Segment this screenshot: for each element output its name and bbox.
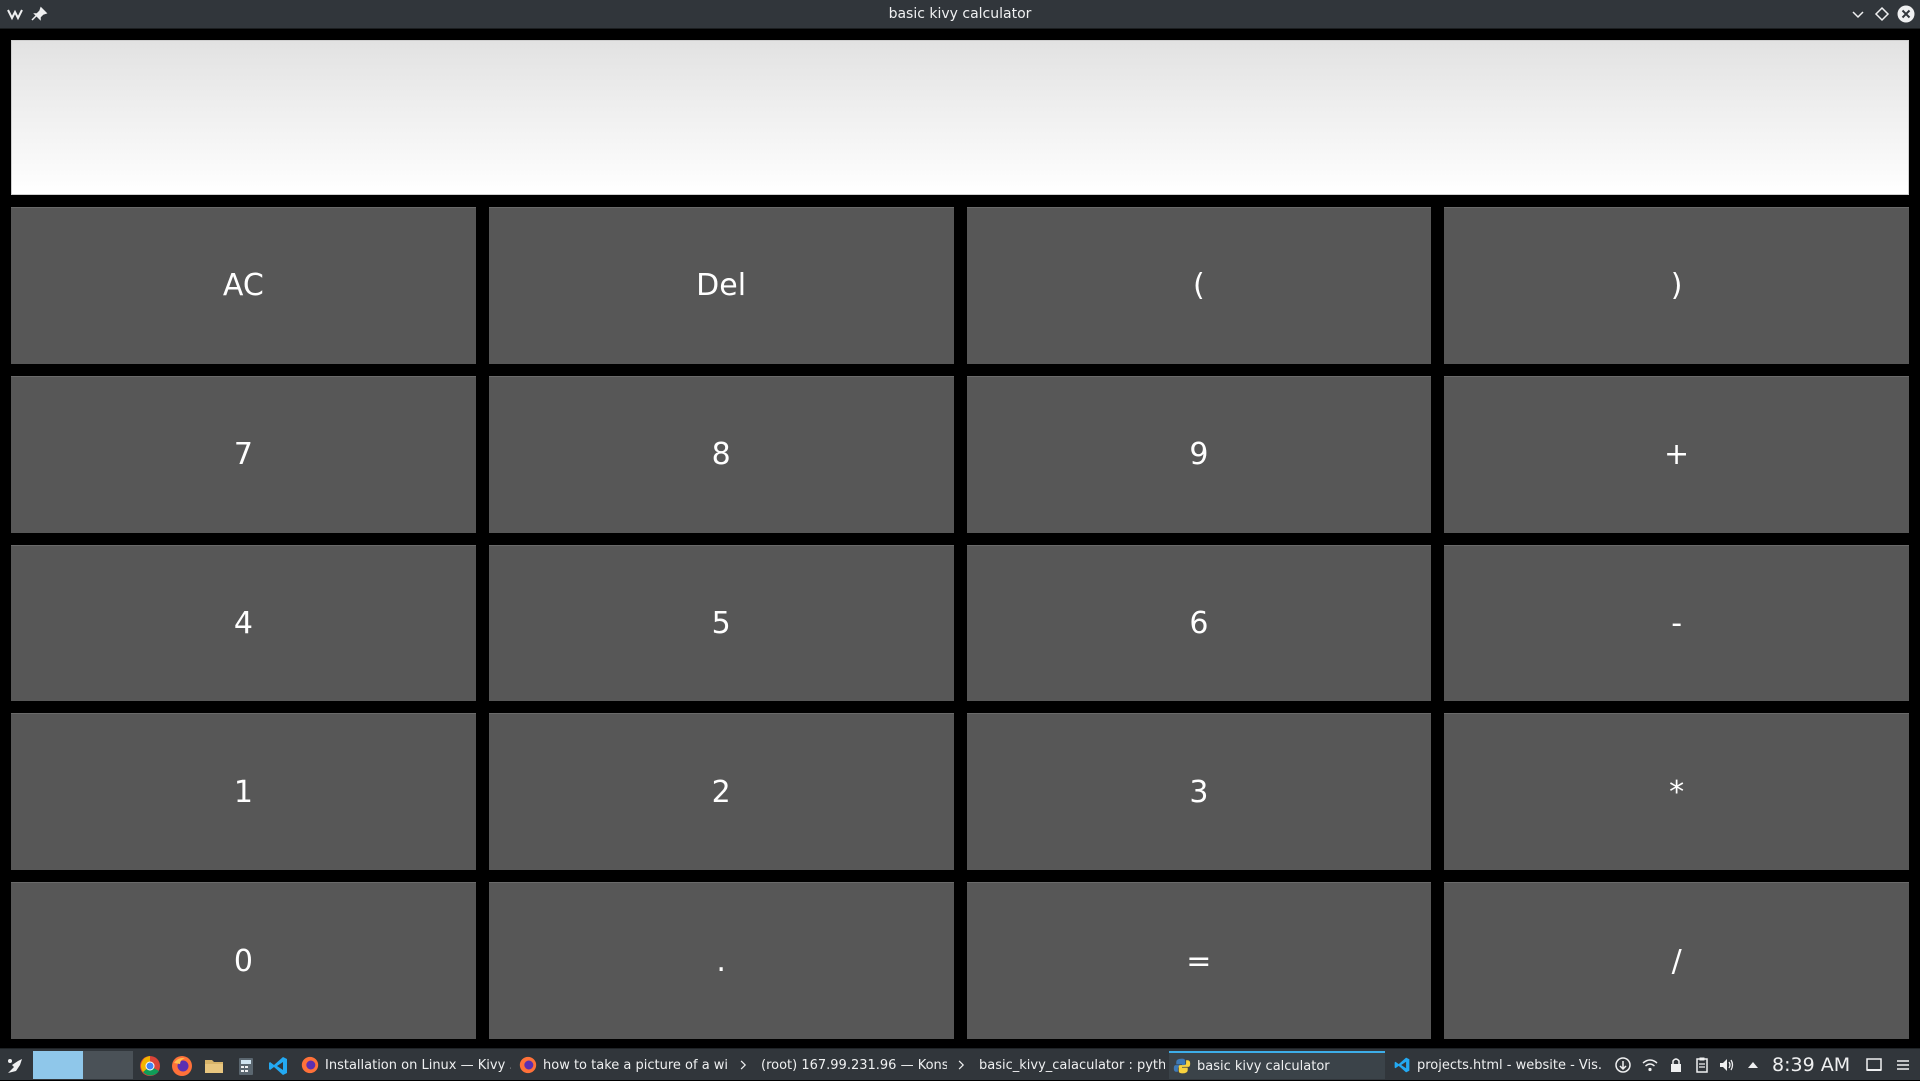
firefox-icon bbox=[301, 1056, 319, 1074]
wifi-icon[interactable] bbox=[1641, 1056, 1659, 1074]
task-label: how to take a picture of a wi... bbox=[543, 1057, 729, 1073]
maximize-icon[interactable] bbox=[1872, 4, 1892, 24]
lock-icon[interactable] bbox=[1667, 1056, 1685, 1074]
show-desktop-icon[interactable] bbox=[1865, 1056, 1883, 1074]
firefox-icon[interactable] bbox=[171, 1055, 193, 1077]
window-title: basic kivy calculator bbox=[888, 6, 1032, 22]
delete-button[interactable]: Del bbox=[488, 207, 954, 364]
digit-4-button[interactable]: 4 bbox=[11, 544, 476, 702]
task-label: Installation on Linux — Kivy ... bbox=[325, 1057, 511, 1073]
digit-7-button[interactable]: 7 bbox=[11, 375, 476, 533]
digit-6-button[interactable]: 6 bbox=[966, 544, 1432, 702]
file-manager-icon[interactable] bbox=[203, 1055, 225, 1077]
equals-button[interactable]: = bbox=[966, 882, 1432, 1039]
digit-1-button[interactable]: 1 bbox=[11, 713, 476, 871]
calculator-display[interactable] bbox=[11, 40, 1909, 195]
task-kivy-calculator[interactable]: basic kivy calculator bbox=[1169, 1051, 1385, 1079]
calculator-app-icon[interactable] bbox=[235, 1055, 257, 1077]
desktop-2[interactable] bbox=[83, 1051, 133, 1079]
close-paren-button[interactable]: ) bbox=[1444, 207, 1909, 364]
tray-expand-icon[interactable] bbox=[1744, 1056, 1762, 1074]
panel-menu-icon[interactable] bbox=[1894, 1056, 1912, 1074]
window-titlebar[interactable]: basic kivy calculator bbox=[0, 0, 1920, 29]
close-icon[interactable] bbox=[1896, 4, 1916, 24]
task-label: projects.html - website - Vis... bbox=[1417, 1057, 1603, 1073]
task-label: basic_kivy_calaculator : pyth... bbox=[979, 1057, 1165, 1073]
open-paren-button[interactable]: ( bbox=[966, 207, 1432, 364]
task-label: (root) 167.99.231.96 — Kons... bbox=[761, 1057, 947, 1073]
task-konsole-python[interactable]: basic_kivy_calaculator : pyth... bbox=[951, 1051, 1165, 1079]
terminal-icon bbox=[740, 1060, 747, 1070]
divide-button[interactable]: / bbox=[1444, 882, 1909, 1039]
desktop-1[interactable] bbox=[33, 1051, 83, 1079]
application-launcher-icon[interactable] bbox=[4, 1055, 26, 1077]
minus-button[interactable]: - bbox=[1444, 544, 1909, 702]
chrome-icon[interactable] bbox=[139, 1055, 161, 1077]
digit-3-button[interactable]: 3 bbox=[966, 713, 1432, 871]
firefox-icon bbox=[519, 1056, 537, 1074]
updates-icon[interactable] bbox=[1614, 1056, 1632, 1074]
digit-5-button[interactable]: 5 bbox=[488, 544, 954, 702]
ac-button[interactable]: AC bbox=[11, 207, 476, 364]
task-konsole-root[interactable]: (root) 167.99.231.96 — Kons... bbox=[733, 1051, 947, 1079]
vscode-icon bbox=[1394, 1057, 1410, 1073]
plus-button[interactable]: + bbox=[1444, 375, 1909, 533]
minimize-icon[interactable] bbox=[1848, 4, 1868, 24]
digit-2-button[interactable]: 2 bbox=[488, 713, 954, 871]
task-label: basic kivy calculator bbox=[1197, 1058, 1330, 1074]
volume-icon[interactable] bbox=[1718, 1056, 1736, 1074]
decimal-button[interactable]: . bbox=[488, 882, 954, 1039]
python-icon bbox=[1173, 1058, 1191, 1074]
taskbar: Installation on Linux — Kivy ... how to … bbox=[0, 1048, 1920, 1080]
digit-9-button[interactable]: 9 bbox=[966, 375, 1432, 533]
clock[interactable]: 8:39 AM bbox=[1772, 1049, 1850, 1081]
digit-8-button[interactable]: 8 bbox=[488, 375, 954, 533]
task-kivy-installation[interactable]: Installation on Linux — Kivy ... bbox=[297, 1051, 511, 1079]
keypad: AC Del ( ) 7 8 9 + 4 5 6 - 1 2 3 * 0 . =… bbox=[11, 207, 1909, 1039]
task-screenshot-search[interactable]: how to take a picture of a wi... bbox=[515, 1051, 729, 1079]
vscode-icon[interactable] bbox=[267, 1055, 289, 1077]
multiply-button[interactable]: * bbox=[1444, 713, 1909, 871]
desktop-pager[interactable] bbox=[33, 1051, 133, 1079]
digit-0-button[interactable]: 0 bbox=[11, 882, 476, 1039]
task-vscode-projects[interactable]: projects.html - website - Vis... bbox=[1389, 1051, 1603, 1079]
clipboard-icon[interactable] bbox=[1693, 1056, 1711, 1074]
terminal-icon bbox=[958, 1060, 965, 1070]
